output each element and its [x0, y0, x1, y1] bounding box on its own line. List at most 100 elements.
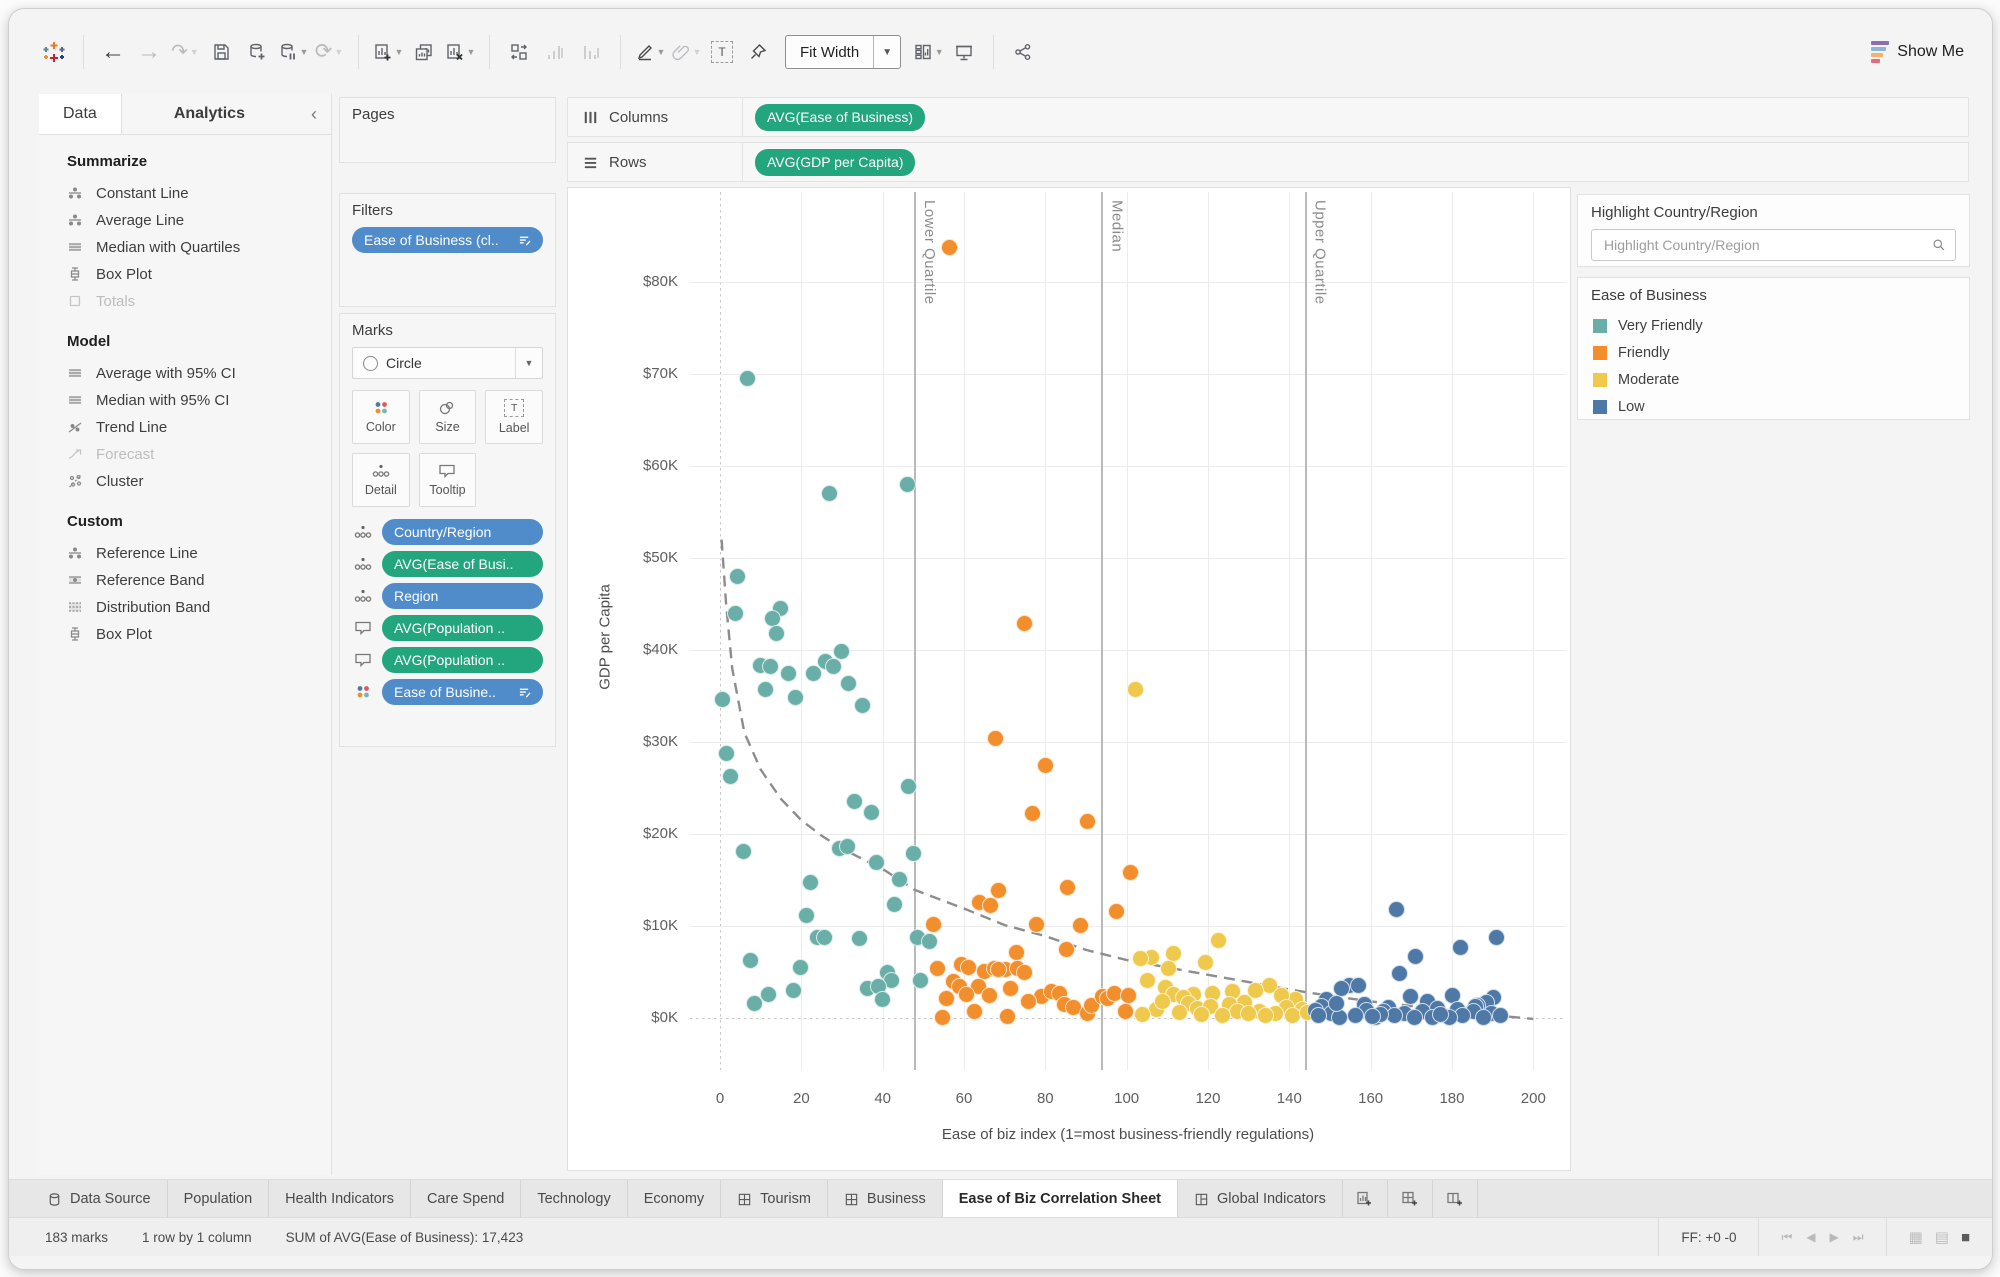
- mark-pill[interactable]: AVG(Population ..: [382, 647, 543, 673]
- data-point[interactable]: [1214, 1007, 1231, 1024]
- sheet-tab[interactable]: Ease of Biz Correlation Sheet: [943, 1180, 1178, 1218]
- sheet-tab[interactable]: Care Spend: [411, 1180, 521, 1218]
- show-me-button[interactable]: Show Me: [1871, 41, 1964, 63]
- analytics-item[interactable]: Cluster: [39, 468, 331, 495]
- grid-view-icon[interactable]: ▦: [1909, 1228, 1923, 1246]
- data-point[interactable]: [727, 605, 744, 622]
- mark-button-detail[interactable]: Detail: [352, 453, 410, 507]
- add-data-source-button[interactable]: [240, 32, 274, 72]
- data-point[interactable]: [982, 897, 999, 914]
- data-point[interactable]: [900, 778, 917, 795]
- data-point[interactable]: [854, 697, 871, 714]
- sort-ascending-button[interactable]: [538, 32, 572, 72]
- filters-shelf[interactable]: Filters Ease of Business (cl..: [339, 193, 556, 307]
- last-page-icon[interactable]: ⏭: [1853, 1230, 1864, 1245]
- mark-pill[interactable]: Ease of Busine..: [382, 679, 543, 705]
- mark-pill[interactable]: AVG(Population ..: [382, 615, 543, 641]
- data-point[interactable]: [1452, 939, 1469, 956]
- analytics-item[interactable]: Average with 95% CI: [39, 360, 331, 387]
- mark-pill[interactable]: AVG(Ease of Busi..: [382, 551, 543, 577]
- save-button[interactable]: [204, 32, 238, 72]
- chevron-down-icon[interactable]: ▼: [515, 348, 542, 378]
- data-point[interactable]: [1127, 681, 1144, 698]
- data-point[interactable]: [941, 239, 958, 256]
- data-point[interactable]: [1388, 901, 1405, 918]
- data-point[interactable]: [1328, 995, 1345, 1012]
- data-point[interactable]: [1028, 916, 1045, 933]
- analytics-item[interactable]: Reference Line: [39, 540, 331, 567]
- show-cards-button[interactable]: ▼: [911, 32, 945, 72]
- chevron-down-icon[interactable]: ▼: [873, 36, 900, 68]
- data-point[interactable]: [1364, 1008, 1381, 1025]
- swap-axes-button[interactable]: [502, 32, 536, 72]
- fit-width-dropdown[interactable]: Fit Width▼: [785, 35, 901, 69]
- mark-type-dropdown[interactable]: Circle ▼: [352, 347, 543, 379]
- data-point[interactable]: [1072, 917, 1089, 934]
- data-point[interactable]: [792, 959, 809, 976]
- pause-updates-button[interactable]: ▼: [276, 32, 310, 72]
- data-point[interactable]: [1058, 941, 1075, 958]
- analytics-item[interactable]: Distribution Band: [39, 594, 331, 621]
- list-view-icon[interactable]: ▤: [1935, 1228, 1949, 1246]
- search-icon[interactable]: [1931, 237, 1947, 253]
- replay-button[interactable]: ↷▼: [168, 32, 202, 72]
- highlight-button[interactable]: ▼: [633, 32, 667, 72]
- data-point[interactable]: [760, 986, 777, 1003]
- legend-item[interactable]: Friendly: [1591, 339, 1956, 366]
- data-point[interactable]: [768, 625, 785, 642]
- mark-button-label[interactable]: TLabel: [485, 390, 543, 444]
- data-point[interactable]: [739, 370, 756, 387]
- data-point[interactable]: [934, 1009, 951, 1026]
- data-point[interactable]: [805, 665, 822, 682]
- data-point[interactable]: [1406, 1009, 1423, 1026]
- pin-button[interactable]: [741, 32, 775, 72]
- data-point[interactable]: [1475, 1009, 1492, 1026]
- rows-shelf[interactable]: Rows AVG(GDP per Capita): [567, 142, 1969, 182]
- data-point[interactable]: [757, 681, 774, 698]
- filter-pill[interactable]: Ease of Business (cl..: [352, 227, 543, 253]
- mark-button-color[interactable]: Color: [352, 390, 410, 444]
- refresh-button[interactable]: ⟳▼: [312, 32, 346, 72]
- sheet-tab[interactable]: Global Indicators: [1178, 1180, 1343, 1218]
- analytics-item[interactable]: Box Plot: [39, 261, 331, 288]
- tab-data[interactable]: Data: [39, 94, 122, 134]
- data-point[interactable]: [891, 871, 908, 888]
- next-page-icon[interactable]: ▶: [1830, 1230, 1839, 1244]
- first-page-icon[interactable]: ⏮: [1781, 1230, 1792, 1245]
- data-point[interactable]: [735, 843, 752, 860]
- data-point[interactable]: [1008, 944, 1025, 961]
- analytics-item[interactable]: Median with Quartiles: [39, 234, 331, 261]
- data-point[interactable]: [863, 804, 880, 821]
- data-point[interactable]: [981, 987, 998, 1004]
- analytics-item[interactable]: Trend Line: [39, 414, 331, 441]
- legend-item[interactable]: Very Friendly: [1591, 312, 1956, 339]
- data-point[interactable]: [1016, 964, 1033, 981]
- data-point[interactable]: [990, 882, 1007, 899]
- data-point[interactable]: [802, 874, 819, 891]
- mark-pill[interactable]: Region: [382, 583, 543, 609]
- data-point[interactable]: [1120, 987, 1137, 1004]
- data-point[interactable]: [1284, 1007, 1301, 1024]
- forward-button[interactable]: →: [132, 32, 166, 72]
- data-point[interactable]: [762, 658, 779, 675]
- data-point[interactable]: [958, 986, 975, 1003]
- highlight-input[interactable]: [1602, 236, 1931, 254]
- data-point[interactable]: [1407, 948, 1424, 965]
- tableau-logo-button[interactable]: [37, 32, 71, 72]
- attach-button[interactable]: ▼: [669, 32, 703, 72]
- data-point[interactable]: [1240, 1005, 1257, 1022]
- sort-descending-button[interactable]: [574, 32, 608, 72]
- data-point[interactable]: [1197, 954, 1214, 971]
- analytics-item[interactable]: Median with 95% CI: [39, 387, 331, 414]
- new-dashboard-button[interactable]: [1388, 1180, 1433, 1218]
- legend-item[interactable]: Low: [1591, 393, 1956, 420]
- data-point[interactable]: [1020, 993, 1037, 1010]
- data-point[interactable]: [905, 845, 922, 862]
- text-label-button[interactable]: T: [705, 32, 739, 72]
- data-point[interactable]: [1024, 805, 1041, 822]
- data-point[interactable]: [1079, 813, 1096, 830]
- mark-button-size[interactable]: Size: [419, 390, 477, 444]
- sheet-tab[interactable]: Population: [168, 1180, 270, 1218]
- sheet-tab[interactable]: Business: [828, 1180, 943, 1218]
- tab-analytics[interactable]: Analytics: [122, 94, 297, 134]
